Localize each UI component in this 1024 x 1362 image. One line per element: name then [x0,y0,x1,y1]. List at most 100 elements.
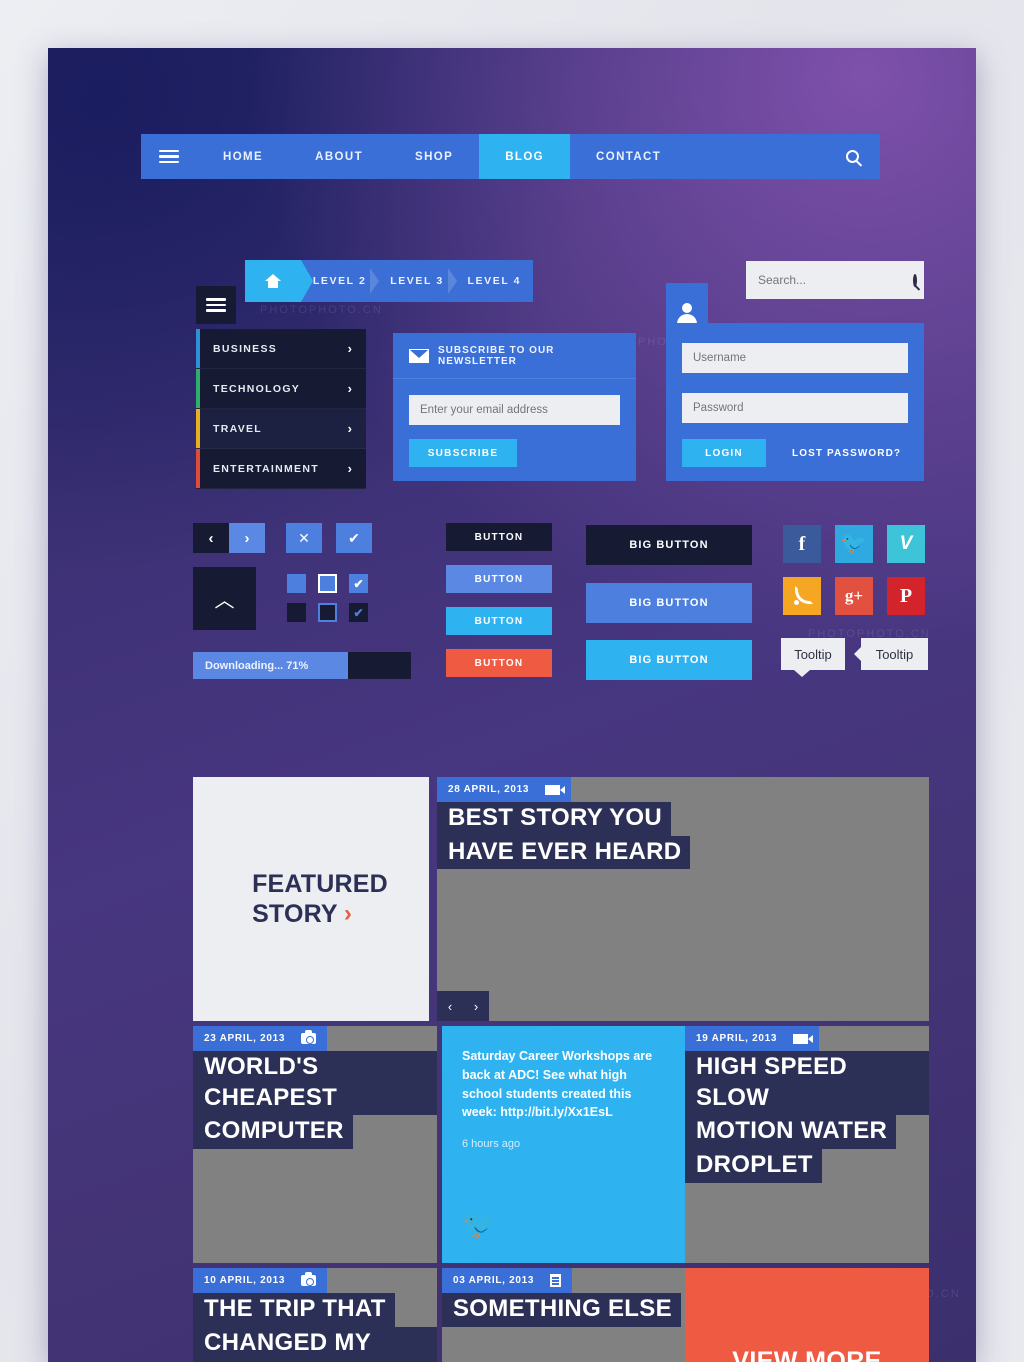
chevron-right-icon: › [347,381,352,396]
breadcrumb-level-3[interactable]: LEVEL 3 [370,260,455,302]
breadcrumb: LEVEL 2 LEVEL 3 LEVEL 4 [245,260,533,302]
sidebar-item-label: TRAVEL [213,422,263,435]
newsletter-header: SUBSCRIBE TO OUR NEWSLETTER [393,333,636,379]
username-field[interactable] [682,343,908,373]
story-card-water-droplet[interactable]: 19 APRIL, 2013 HIGH SPEED SLOW MOTION WA… [685,1026,929,1263]
progress-label: Downloading... 71% [205,659,309,672]
newsletter-panel: SUBSCRIBE TO OUR NEWSLETTER SUBSCRIBE [393,333,636,481]
nav-item-about[interactable]: ABOUT [289,134,389,179]
tweet-link[interactable]: http://bit.ly/Xx1EsL [500,1105,613,1119]
topnav-menu-button[interactable] [141,134,197,179]
lost-password-link[interactable]: LOST PASSWORD? [792,448,901,459]
scroll-to-top-button[interactable]: ︿ [193,567,256,630]
story-title-line: BEST STORY YOU [437,802,672,836]
search-box[interactable] [746,261,924,299]
top-navigation-bar: HOME ABOUT SHOP BLOG CONTACT [141,134,880,179]
featured-story-text: FEATURED STORY › [234,869,388,929]
checkbox-blue-outlined[interactable] [318,574,337,593]
button-blue[interactable]: BUTTON [446,565,552,593]
newsletter-email-input[interactable] [420,404,609,416]
twitter-icon[interactable]: 🐦 [835,525,873,563]
user-icon [676,301,698,325]
big-button-cyan[interactable]: BIG BUTTON [586,640,752,680]
slider-next-button[interactable]: › [474,999,478,1014]
story-meta: 03 APRIL, 2013 [442,1268,573,1293]
breadcrumb-level-2[interactable]: LEVEL 2 [301,260,378,302]
tooltip-bottom-arrow: Tooltip [781,638,845,677]
story-card-something-else[interactable]: 03 APRIL, 2013 SOMETHING ELSE [442,1268,685,1362]
nav-item-blog[interactable]: BLOG [479,134,571,179]
vimeo-icon[interactable]: V [887,525,925,563]
checkbox-dark-checked[interactable]: ✔ [349,603,368,622]
story-card-the-trip[interactable]: 10 APRIL, 2013 THE TRIP THAT CHANGED MY … [193,1268,437,1362]
nav-item-contact[interactable]: CONTACT [570,134,687,179]
search-input[interactable] [758,273,913,287]
checkbox-dark-filled[interactable] [287,603,306,622]
story-card-cheapest-computer[interactable]: 23 APRIL, 2013 WORLD'S CHEAPEST COMPUTER [193,1026,437,1263]
big-button-dark[interactable]: BIG BUTTON [586,525,752,565]
newsletter-title: SUBSCRIBE TO OUR NEWSLETTER [438,344,555,367]
ui-kit-mockup: PHOTOPHOTO.CN PHOTOPHOTO.CN PHOTOPHOTO.C… [48,48,976,1362]
breadcrumb-level-4[interactable]: LEVEL 4 [447,260,533,302]
slider-prev-button[interactable]: ‹ [448,999,452,1014]
newsletter-email-field[interactable] [409,395,620,425]
view-more-line-1: VIEW MORE [732,1346,882,1362]
login-avatar-tab[interactable] [666,283,708,325]
tooltip-left-arrow: Tooltip [854,638,928,670]
home-icon [265,274,281,288]
pinterest-icon[interactable]: P [887,577,925,615]
sidebar-item-travel[interactable]: TRAVEL › [196,409,366,449]
sidebar-menu-button[interactable] [196,286,236,324]
story-title-line: HAVE EVER HEARD [437,835,691,870]
story-title-line: THE TRIP THAT [193,1293,395,1327]
story-title: THE TRIP THAT CHANGED MY LIFE [193,1293,437,1362]
sidebar-item-label: BUSINESS [213,342,278,355]
breadcrumb-home-button[interactable] [245,260,313,302]
story-card-best-story[interactable]: 28 APRIL, 2013 BEST STORY YOU HAVE EVER … [437,777,929,1021]
view-more-text: VIEW MORE STORIES› [732,1347,881,1362]
prev-arrow-button[interactable]: ‹ [193,523,229,553]
view-more-stories-card[interactable]: VIEW MORE STORIES› [685,1268,929,1362]
chevron-right-icon: › [347,461,352,476]
button-red[interactable]: BUTTON [446,649,552,677]
checkbox-dark-outlined[interactable] [318,603,337,622]
sidebar-item-technology[interactable]: TECHNOLOGY › [196,369,366,409]
accent-bar [196,369,200,408]
button-dark[interactable]: BUTTON [446,523,552,551]
sidebar-item-business[interactable]: BUSINESS › [196,329,366,369]
login-panel: LOGIN LOST PASSWORD? [666,323,924,481]
next-arrow-button[interactable]: › [229,523,265,553]
subscribe-button[interactable]: SUBSCRIBE [409,439,517,467]
nav-item-shop[interactable]: SHOP [389,134,479,179]
username-input[interactable] [693,352,897,364]
checkbox-blue-checked[interactable]: ✔ [349,574,368,593]
big-button-blue[interactable]: BIG BUTTON [586,583,752,623]
topnav-search-button[interactable] [824,134,880,179]
search-icon [845,150,859,163]
rss-icon[interactable] [783,577,821,615]
story-title-line: WORLD'S CHEAPEST [193,1051,437,1116]
facebook-icon[interactable]: f [783,525,821,563]
video-icon [545,784,566,795]
close-button[interactable]: ✕ [286,523,322,553]
nav-item-home[interactable]: HOME [197,134,289,179]
sidebar-item-entertainment[interactable]: ENTERTAINMENT › [196,449,366,489]
tweet-card[interactable]: Saturday Career Workshops are back at AD… [442,1026,685,1263]
accent-bar [196,449,200,488]
confirm-button[interactable]: ✔ [336,523,372,553]
password-field[interactable] [682,393,908,423]
featured-story-card[interactable]: FEATURED STORY › [193,777,429,1021]
featured-line-2-row: STORY › [252,899,388,929]
checkbox-blue-filled[interactable] [287,574,306,593]
password-input[interactable] [693,402,897,414]
search-icon[interactable] [913,273,917,287]
login-button[interactable]: LOGIN [682,439,766,467]
button-cyan[interactable]: BUTTON [446,607,552,635]
category-sidebar: BUSINESS › TECHNOLOGY › TRAVEL › ENTERTA… [196,329,366,489]
twitter-bird-icon: 🐦 [462,1209,497,1240]
google-plus-icon[interactable]: g+ [835,577,873,615]
camera-icon [301,1272,317,1286]
story-title-line: SOMETHING ELSE [442,1293,681,1327]
story-title-line: COMPUTER [193,1115,353,1150]
